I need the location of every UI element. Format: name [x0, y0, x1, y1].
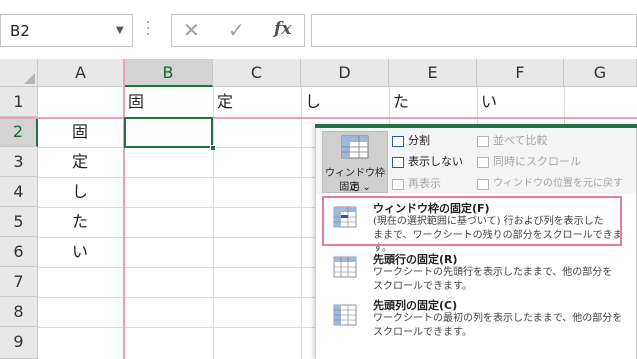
column-header-b[interactable]: B — [124, 59, 213, 87]
column-header-e[interactable]: E — [389, 59, 477, 87]
freeze-first-column-icon — [333, 304, 357, 326]
name-box-value: B2 — [10, 22, 30, 40]
name-box-dropdown-icon[interactable]: ▼ — [116, 25, 124, 36]
column-header-d[interactable]: D — [301, 59, 389, 87]
cell-a3[interactable]: 定 — [72, 147, 88, 177]
freeze-first-column-option-desc-1: ワークシートの最初の列を表示したままで、他の部分を — [373, 313, 623, 324]
split-button[interactable]: 分割 — [408, 134, 430, 148]
row-header-5[interactable]: 5 — [0, 207, 38, 237]
cell-d1[interactable]: し — [305, 87, 321, 117]
freeze-first-column-option-desc-2: スクロールできます。 — [373, 327, 472, 338]
freeze-top-row-icon — [333, 256, 357, 278]
cell-e1[interactable]: た — [393, 87, 409, 117]
split-icon — [392, 136, 404, 147]
freeze-first-column-option-title[interactable]: 先頭列の固定(C) — [373, 297, 457, 313]
highlight-annotation — [322, 196, 622, 246]
column-header-g[interactable]: G — [564, 59, 637, 87]
cell-f1[interactable]: い — [481, 87, 497, 117]
row-header-1[interactable]: 1 — [0, 87, 38, 117]
cell-a6[interactable]: い — [72, 237, 88, 267]
column-header-c[interactable]: C — [213, 59, 301, 87]
cell-a5[interactable]: た — [72, 207, 88, 237]
row-header-2[interactable]: 2 — [0, 117, 38, 147]
active-cell-b2[interactable] — [124, 117, 213, 148]
fill-handle[interactable] — [210, 145, 216, 151]
cell-c1[interactable]: 定 — [217, 87, 233, 117]
column-header-f[interactable]: F — [477, 59, 564, 87]
freeze-panes-icon — [341, 135, 369, 159]
freeze-pane-vertical-line — [123, 59, 125, 359]
freeze-top-row-option-title[interactable]: 先頭行の固定(R) — [373, 251, 458, 267]
reset-window-position-button[interactable]: ウィンドウの位置を元に戻す — [493, 177, 623, 191]
unhide-window-icon — [392, 179, 404, 190]
column-header-a[interactable]: A — [38, 59, 124, 87]
row-header-4[interactable]: 4 — [0, 177, 38, 207]
row-header-8[interactable]: 8 — [0, 297, 38, 327]
sync-scroll-button[interactable]: 同時にスクロール — [493, 155, 581, 169]
gridline — [301, 87, 302, 359]
cell-b1[interactable]: 固 — [128, 87, 144, 117]
freeze-panes-label-line2: 固定 ⌄ — [339, 182, 371, 193]
gridline — [213, 87, 214, 359]
view-side-by-side-button[interactable]: 並べて比較 — [493, 134, 548, 148]
freeze-pane-horizontal-line — [0, 117, 637, 119]
formula-bar-grip-icon[interactable]: · · · — [146, 16, 150, 42]
sync-scroll-icon — [477, 157, 489, 168]
row-header-6[interactable]: 6 — [0, 237, 38, 267]
cancel-icon[interactable]: ✕ — [183, 18, 200, 42]
unhide-window-button[interactable]: 再表示 — [408, 177, 441, 191]
row-header-7[interactable]: 7 — [0, 267, 38, 297]
insert-function-icon[interactable]: fx — [274, 19, 291, 39]
formula-input[interactable] — [311, 14, 637, 47]
row-header-9[interactable]: 9 — [0, 327, 38, 359]
side-by-side-icon — [477, 136, 489, 147]
cell-a4[interactable]: し — [72, 177, 88, 207]
hide-window-icon — [392, 157, 404, 168]
freeze-top-row-option-desc-1: ワークシートの先頭行を表示したままで、他の部分を — [373, 267, 613, 278]
select-all-triangle-icon — [24, 73, 35, 84]
reset-window-position-icon — [477, 179, 489, 190]
hide-window-button[interactable]: 表示しない — [408, 155, 463, 169]
freeze-top-row-option-desc-2: スクロールできます。 — [373, 281, 472, 292]
enter-check-icon[interactable]: ✓ — [228, 18, 245, 42]
row-header-3[interactable]: 3 — [0, 147, 38, 177]
cell-a2[interactable]: 固 — [72, 117, 88, 147]
